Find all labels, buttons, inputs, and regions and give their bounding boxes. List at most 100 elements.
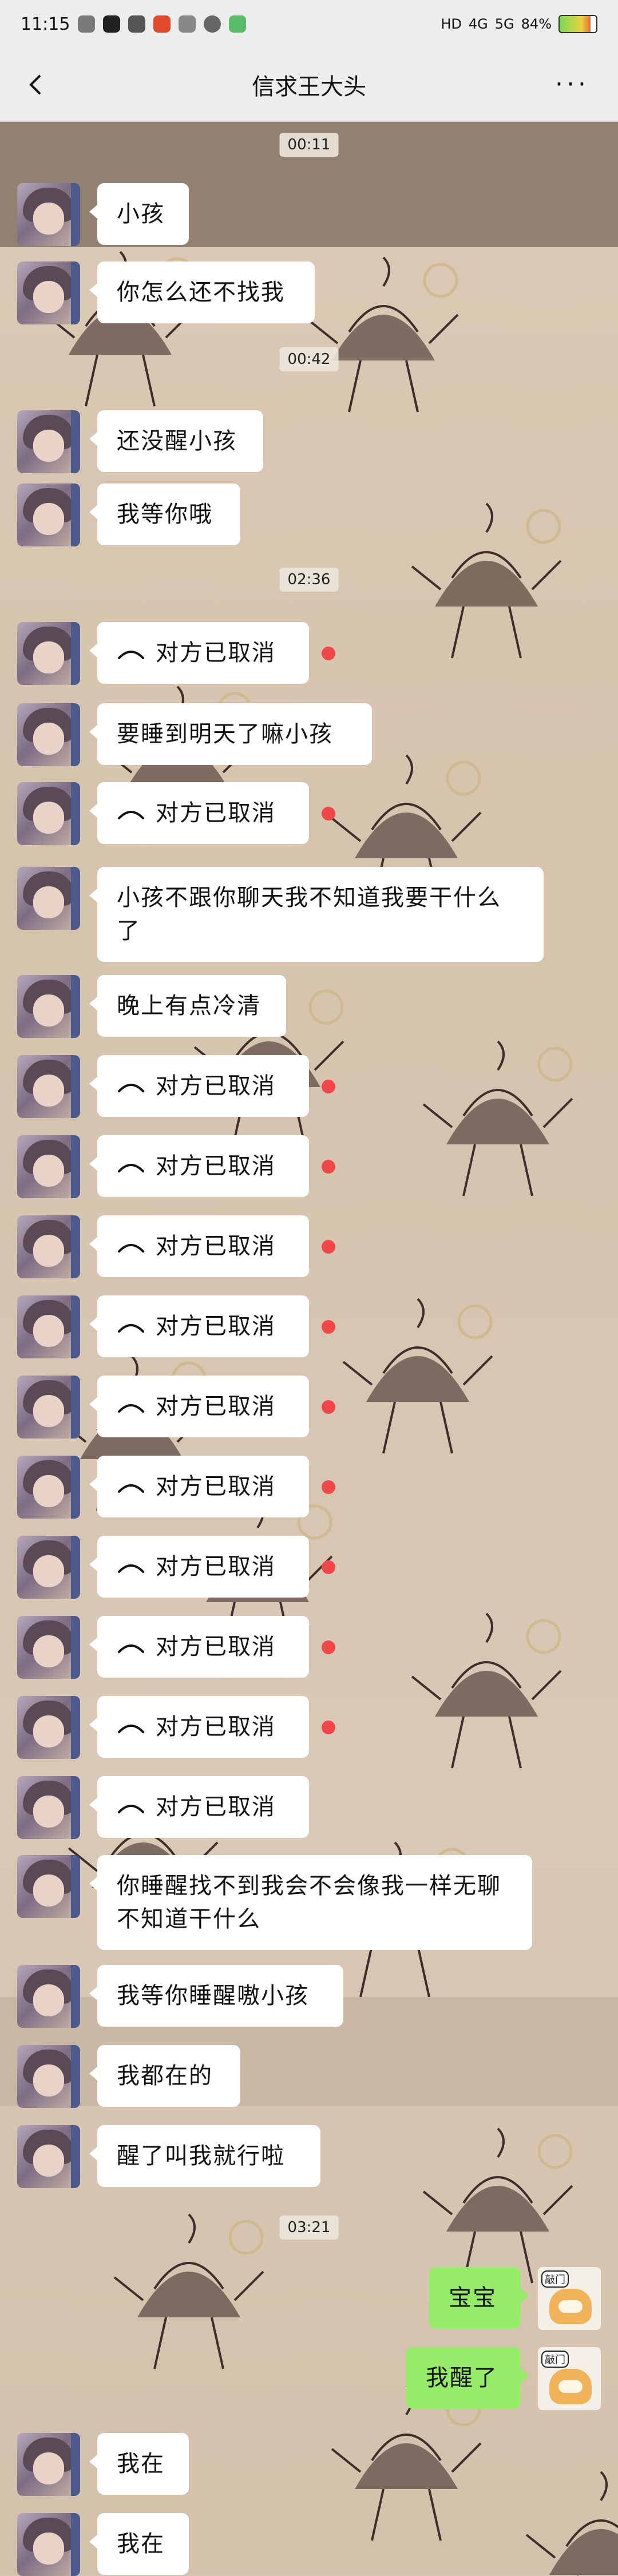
battery-label: 84% [521,16,552,32]
chevron-left-icon[interactable] [21,69,53,101]
avatar[interactable] [17,183,80,246]
message-bubble[interactable]: 我在 [89,2433,189,2495]
call-record-bubble[interactable]: 对方已取消 [89,1295,309,1357]
phone-hangup-icon [118,651,144,659]
wechat-icon [78,15,96,33]
unread-dot [322,1640,335,1654]
message-bubble[interactable]: 晚上有点冷清 [89,975,286,1037]
avatar[interactable] [17,484,80,546]
avatar[interactable] [17,703,80,766]
avatar[interactable] [17,1776,80,1839]
message-bubble[interactable]: 我醒了 [406,2347,529,2409]
avatar[interactable] [17,867,80,930]
message-text: 还没醒小孩 [117,428,237,454]
tiktok-icon [103,15,121,33]
message-text: 对方已取消 [156,1634,276,1660]
call-record-bubble[interactable]: 对方已取消 [89,1696,309,1758]
message-text: 晚上有点冷清 [117,993,261,1019]
message-bubble[interactable]: 还没醒小孩 [89,410,263,472]
message-bubble[interactable]: 小孩不跟你聊天我不知道我要干什么了 [89,867,544,962]
unread-dot [322,647,335,660]
message-bubble[interactable]: 我在 [89,2513,189,2575]
phone-hangup-icon [118,1084,144,1092]
status-bar: 11:15 HD 4G 5G 84% [0,0,618,48]
message-text: 对方已取消 [156,1073,276,1099]
message-text: 对方已取消 [156,640,276,666]
message-bubble[interactable]: 我都在的 [89,2045,240,2107]
phone-hangup-icon [118,1484,144,1493]
timestamp: 02:36 [279,568,339,592]
avatar[interactable] [17,622,80,685]
message-text: 对方已取消 [156,1393,276,1420]
avatar[interactable] [17,1616,80,1679]
unread-dot [322,1721,335,1734]
phone-hangup-icon [118,811,144,819]
avatar[interactable] [17,2045,80,2108]
avatar[interactable]: 敲门 [538,2347,601,2410]
message-bubble[interactable]: 宝宝 [429,2267,529,2329]
avatar[interactable] [17,1055,80,1118]
poo-doodle-icon [411,502,562,659]
avatar[interactable] [17,1696,80,1759]
call-record-bubble[interactable]: 对方已取消 [89,1776,309,1838]
avatar[interactable] [17,1295,80,1358]
message-text: 对方已取消 [156,1714,276,1740]
avatar[interactable] [17,1536,80,1599]
unread-dot [322,1080,335,1093]
call-record-bubble[interactable]: 对方已取消 [89,1055,309,1117]
app-icon [204,15,221,33]
message-text: 对方已取消 [156,1313,276,1339]
avatar[interactable] [17,2513,80,2576]
battery-icon [558,15,597,33]
avatar[interactable] [17,782,80,845]
cat-sticker-icon [549,2289,592,2324]
avatar[interactable] [17,1855,80,1918]
avatar[interactable] [17,975,80,1038]
avatar[interactable]: 敲门 [538,2267,601,2330]
message-text: 小孩 [117,201,165,227]
message-bubble[interactable]: 你怎么还不找我 [89,261,315,323]
message-text: 你怎么还不找我 [117,279,285,306]
call-record-bubble[interactable]: 对方已取消 [89,622,309,684]
avatar[interactable] [17,1215,80,1278]
clock: 11:15 [21,14,70,34]
avatar[interactable] [17,2433,80,2496]
message-bubble[interactable]: 小孩 [89,183,189,245]
message-bubble[interactable]: 要睡到明天了嘛小孩 [89,703,372,765]
message-text: 对方已取消 [156,1473,276,1500]
phone-hangup-icon [118,1164,144,1172]
call-record-bubble[interactable]: 对方已取消 [89,1616,309,1678]
app-icon [153,15,171,33]
message-bubble[interactable]: 醒了叫我就行啦 [89,2125,320,2187]
unread-dot [322,1320,335,1334]
avatar[interactable] [17,2125,80,2188]
phone-hangup-icon [118,1644,144,1653]
message-text: 我都在的 [117,2063,213,2089]
call-record-bubble[interactable]: 对方已取消 [89,1135,309,1197]
call-record-bubble[interactable]: 对方已取消 [89,1215,309,1277]
message-bubble[interactable]: 你睡醒找不到我会不会像我一样无聊不知道干什么 [89,1855,532,1950]
call-record-bubble[interactable]: 对方已取消 [89,782,309,844]
call-record-bubble[interactable]: 对方已取消 [89,1536,309,1598]
avatar[interactable] [17,1376,80,1438]
call-record-bubble[interactable]: 对方已取消 [89,1456,309,1517]
avatar[interactable] [17,1135,80,1198]
timestamp: 00:11 [279,133,339,157]
more-dots-icon[interactable]: ··· [555,72,589,97]
avatar[interactable] [17,1456,80,1519]
message-text: 对方已取消 [156,1153,276,1179]
avatar[interactable] [17,261,80,324]
unread-dot [322,1240,335,1254]
message-text: 对方已取消 [156,1553,276,1580]
message-bubble[interactable]: 我等你睡醒嗷小孩 [89,1965,343,2027]
message-text: 我在 [117,2531,165,2557]
message-bubble[interactable]: 我等你哦 [89,484,240,545]
unread-dot [322,807,335,821]
avatar[interactable] [17,410,80,473]
chat-wallpaper [0,0,618,2575]
qq-icon [128,15,146,33]
chat-header: 信求王大头 ··· [0,48,618,122]
phone-hangup-icon [118,1404,144,1413]
avatar[interactable] [17,1965,80,2028]
call-record-bubble[interactable]: 对方已取消 [89,1376,309,1437]
